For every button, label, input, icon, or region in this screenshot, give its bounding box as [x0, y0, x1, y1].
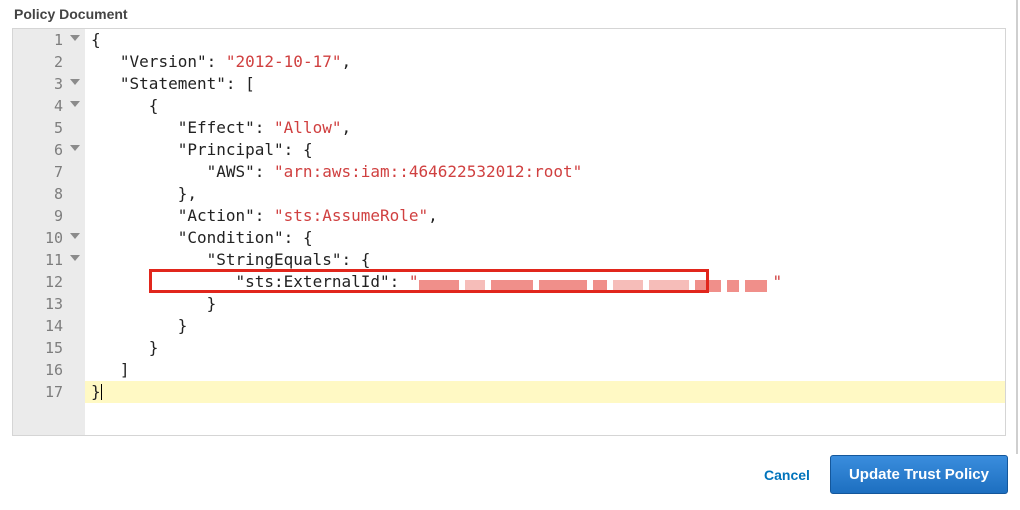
code-line[interactable]: }	[85, 337, 1005, 359]
code-line[interactable]: }	[85, 293, 1005, 315]
gutter-line: 14	[13, 315, 85, 337]
fold-toggle-icon[interactable]	[70, 255, 80, 261]
panel-right-border	[1016, 0, 1018, 454]
code-line[interactable]: "Effect": "Allow",	[85, 117, 1005, 139]
gutter-line: 2	[13, 51, 85, 73]
code-line[interactable]: "Condition": {	[85, 227, 1005, 249]
gutter-line: 16	[13, 359, 85, 381]
gutter-line: 8	[13, 183, 85, 205]
gutter-line: 5	[13, 117, 85, 139]
code-line[interactable]: }	[85, 381, 1005, 403]
fold-toggle-icon[interactable]	[70, 35, 80, 41]
fold-toggle-icon[interactable]	[70, 79, 80, 85]
code-editor[interactable]: 1234567891011121314151617 { "Version": "…	[12, 28, 1006, 436]
gutter-line: 6	[13, 139, 85, 161]
cancel-button[interactable]: Cancel	[758, 459, 816, 491]
code-line[interactable]: {	[85, 29, 1005, 51]
gutter-line: 1	[13, 29, 85, 51]
code-line[interactable]: "StringEquals": {	[85, 249, 1005, 271]
fold-toggle-icon[interactable]	[70, 101, 80, 107]
code-line[interactable]: ]	[85, 359, 1005, 381]
gutter-line: 10	[13, 227, 85, 249]
section-title: Policy Document	[14, 6, 1008, 22]
editor-code-area[interactable]: { "Version": "2012-10-17", "Statement": …	[85, 29, 1005, 435]
fold-toggle-icon[interactable]	[70, 233, 80, 239]
code-line[interactable]: "Action": "sts:AssumeRole",	[85, 205, 1005, 227]
code-line[interactable]: "Principal": {	[85, 139, 1005, 161]
code-line[interactable]: "Version": "2012-10-17",	[85, 51, 1005, 73]
editor-gutter: 1234567891011121314151617	[13, 29, 85, 435]
gutter-line: 12	[13, 271, 85, 293]
redacted-external-id	[419, 276, 773, 288]
code-line[interactable]: },	[85, 183, 1005, 205]
update-trust-policy-button[interactable]: Update Trust Policy	[830, 455, 1008, 494]
text-caret	[101, 384, 102, 400]
code-line[interactable]: "sts:ExternalId": ""	[85, 271, 1005, 293]
gutter-line: 7	[13, 161, 85, 183]
gutter-line: 17	[13, 381, 85, 403]
code-line[interactable]: {	[85, 95, 1005, 117]
footer-actions: Cancel Update Trust Policy	[758, 455, 1008, 494]
policy-editor-panel: Policy Document 123456789101112131415161…	[0, 0, 1020, 510]
code-line[interactable]: "AWS": "arn:aws:iam::464622532012:root"	[85, 161, 1005, 183]
code-line[interactable]: }	[85, 315, 1005, 337]
fold-toggle-icon[interactable]	[70, 145, 80, 151]
gutter-line: 11	[13, 249, 85, 271]
code-line[interactable]: "Statement": [	[85, 73, 1005, 95]
gutter-line: 13	[13, 293, 85, 315]
gutter-line: 9	[13, 205, 85, 227]
gutter-line: 4	[13, 95, 85, 117]
gutter-line: 15	[13, 337, 85, 359]
gutter-line: 3	[13, 73, 85, 95]
